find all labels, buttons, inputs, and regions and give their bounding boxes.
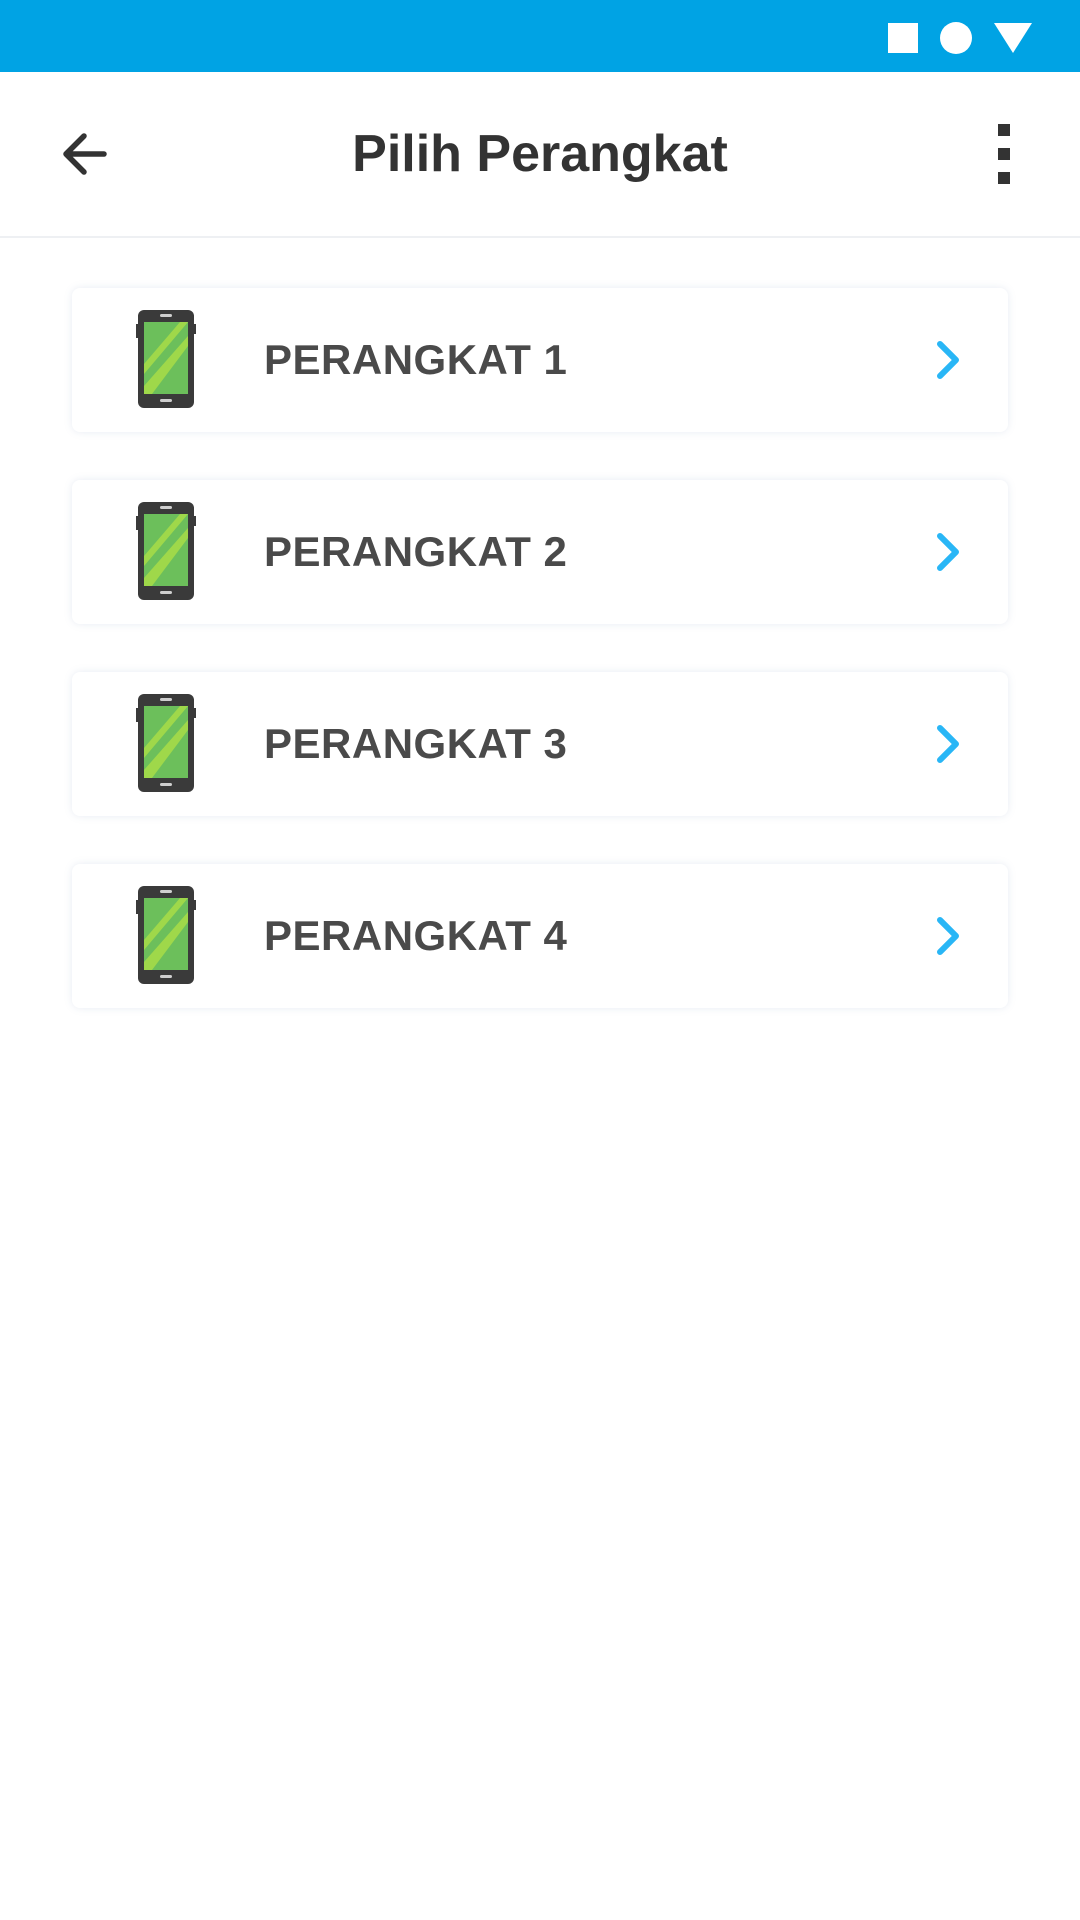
device-list: PERANGKAT 1 PERANGKAT 2 PERANGKAT 3 PERA… — [72, 288, 1008, 1056]
smartphone-icon — [136, 694, 196, 792]
chevron-right-icon — [937, 533, 959, 571]
more-options-button[interactable] — [968, 118, 1040, 190]
smartphone-icon — [136, 310, 196, 408]
device-label: PERANGKAT 3 — [264, 720, 568, 767]
device-item-4[interactable]: PERANGKAT 4 — [72, 864, 1008, 1008]
more-vertical-icon — [998, 124, 1010, 184]
stop-square-icon — [888, 23, 918, 53]
smartphone-icon — [136, 886, 196, 984]
record-circle-icon — [940, 22, 972, 54]
status-bar — [0, 0, 1080, 72]
chevron-right-icon — [937, 917, 959, 955]
device-label: PERANGKAT 1 — [264, 336, 568, 383]
back-button[interactable] — [44, 118, 124, 190]
device-item-1[interactable]: PERANGKAT 1 — [72, 288, 1008, 432]
smartphone-icon — [136, 502, 196, 600]
app-bar: Pilih Perangkat — [0, 72, 1080, 238]
page-title: Pilih Perangkat — [352, 125, 728, 183]
device-item-3[interactable]: PERANGKAT 3 — [72, 672, 1008, 816]
chevron-right-icon — [937, 341, 959, 379]
chevron-right-icon — [937, 725, 959, 763]
arrow-left-icon — [63, 133, 107, 175]
status-icons — [888, 22, 1032, 54]
device-label: PERANGKAT 4 — [264, 912, 568, 959]
device-item-2[interactable]: PERANGKAT 2 — [72, 480, 1008, 624]
signal-triangle-icon — [994, 23, 1032, 53]
device-label: PERANGKAT 2 — [264, 528, 568, 575]
